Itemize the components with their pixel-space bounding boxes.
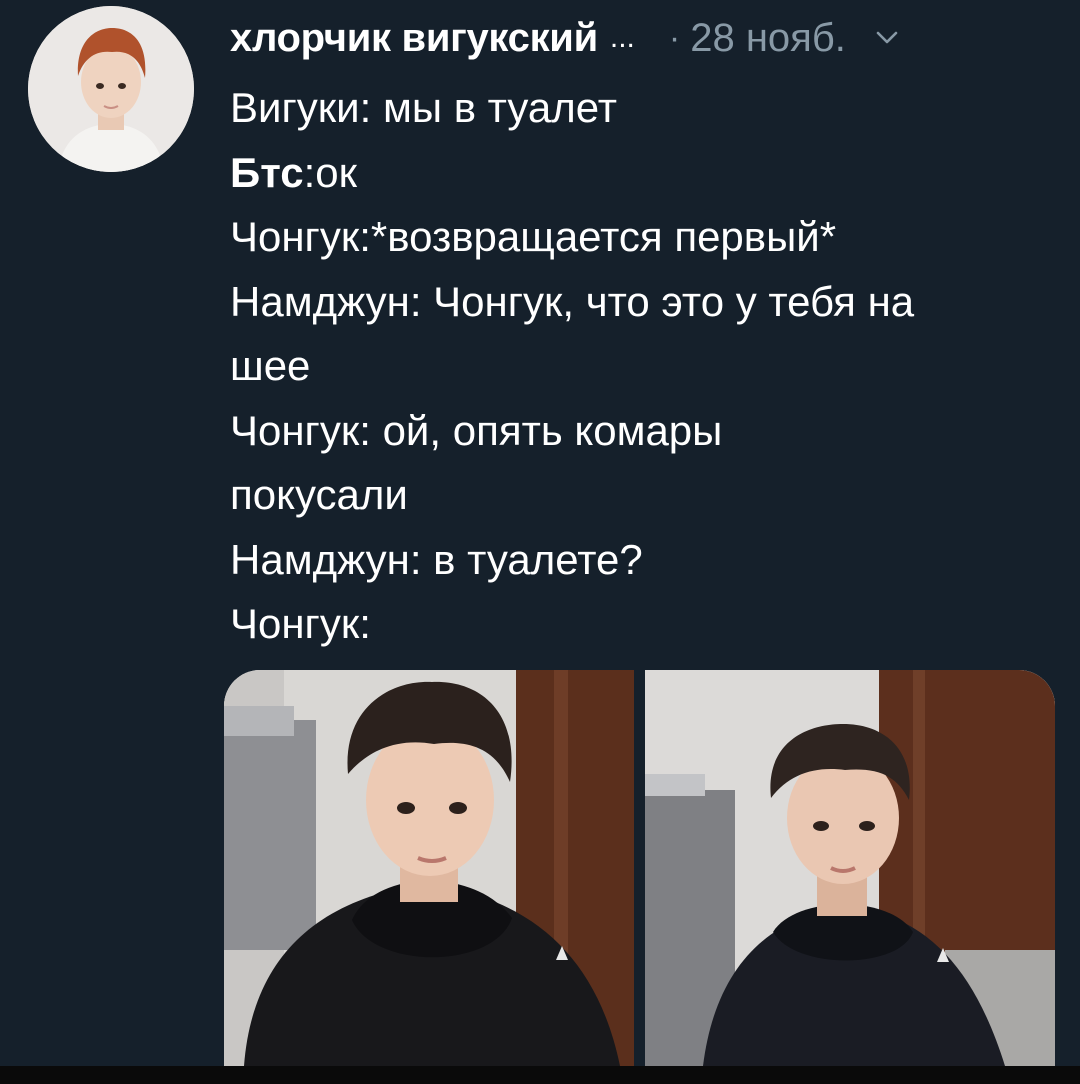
- tweet-line: покусали: [230, 471, 408, 518]
- tweet-line: Вигуки: мы в туалет: [230, 84, 617, 131]
- chevron-down-icon[interactable]: [876, 31, 898, 45]
- profile-photo: [28, 6, 194, 172]
- tweet[interactable]: хлорчик вигукский ... · 28 нояб. Вигуки:…: [0, 0, 1080, 1066]
- tweet-date[interactable]: 28 нояб.: [690, 16, 846, 61]
- separator-dot: ·: [668, 18, 681, 57]
- media-grid: [224, 670, 1055, 1066]
- tweet-line: Бтс:ок: [230, 141, 1060, 206]
- tweet-text: Вигуки: мы в туалет Бтс:ок Чонгук:*возвр…: [230, 76, 1060, 657]
- tweet-header: хлорчик вигукский ... · 28 нояб.: [230, 8, 1060, 68]
- tweet-line: Чонгук: ой, опять комары: [230, 406, 723, 454]
- author-name[interactable]: хлорчик вигукский: [230, 16, 598, 61]
- tweet-photo[interactable]: [645, 670, 1055, 1066]
- bold-text: Бтс: [230, 148, 304, 196]
- tweet-photo[interactable]: [224, 670, 634, 1066]
- tweet-line: Чонгук:*возвращается первый*: [230, 213, 837, 260]
- avatar[interactable]: [28, 6, 194, 172]
- tweet-line: шее: [230, 342, 311, 389]
- tweet-line: Намджун: в туалете?: [230, 535, 643, 583]
- line-text: :ок: [303, 148, 357, 196]
- tweet-line: Намджун: Чонгук, что это у тебя на: [230, 277, 915, 325]
- bottom-bar: [0, 1066, 1080, 1084]
- tweet-line: Чонгук:: [230, 600, 371, 647]
- name-truncation: ...: [609, 21, 635, 54]
